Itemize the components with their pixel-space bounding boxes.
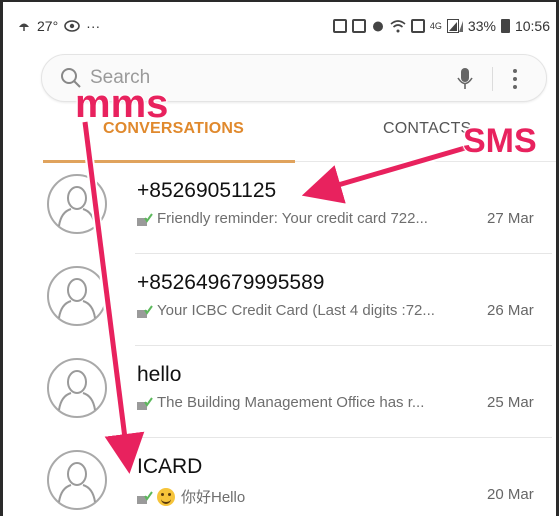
list-item[interactable]: hello The Building Management Office has… — [3, 346, 556, 438]
conversation-name: +852649679995589 — [137, 271, 325, 294]
conversation-name: +85269051125 — [137, 179, 277, 202]
clock: 10:56 — [514, 18, 550, 34]
conversation-preview: Your ICBC Credit Card (Last 4 digits :72… — [157, 302, 435, 319]
message-status-icon — [137, 396, 153, 410]
temperature-text: 27° — [37, 18, 59, 34]
tab-contacts[interactable]: CONTACTS — [383, 120, 471, 138]
message-status-icon — [137, 304, 153, 318]
status-right: 4G 33% 10:56 — [332, 18, 550, 34]
conversation-preview: The Building Management Office has r... — [157, 394, 425, 411]
avatar-icon[interactable] — [47, 174, 107, 234]
conversation-preview: Friendly reminder: Your credit card 722.… — [157, 210, 428, 227]
message-status-icon — [137, 212, 153, 226]
list-item[interactable]: +852649679995589 Your ICBC Credit Card (… — [3, 254, 556, 346]
message-status-icon — [137, 490, 153, 504]
battery-percent: 33% — [467, 18, 496, 34]
conversation-preview-line: The Building Management Office has r... — [137, 394, 424, 411]
avatar-icon[interactable] — [47, 266, 107, 326]
conversation-preview-line: 你好Hello — [137, 486, 245, 507]
conversation-name: ICARD — [137, 455, 203, 478]
weather-icon — [17, 20, 31, 32]
more-vert-icon[interactable] — [512, 68, 518, 95]
wifi-icon — [390, 19, 406, 33]
conversation-date: 26 Mar — [487, 302, 534, 319]
search-divider — [492, 67, 493, 91]
conversation-date: 20 Mar — [487, 486, 534, 503]
eye-icon — [64, 20, 80, 32]
conversation-preview-line: Your ICBC Credit Card (Last 4 digits :72… — [137, 302, 435, 319]
nfc-icon — [351, 19, 366, 33]
alarm-icon — [371, 19, 385, 33]
conversation-date: 27 Mar — [487, 210, 534, 227]
status-ellipsis: ··· — [86, 18, 101, 34]
conversation-list: +85269051125 Friendly reminder: Your cre… — [3, 162, 556, 516]
network-type: 4G — [429, 21, 442, 31]
notification-icon — [332, 19, 347, 33]
emoji-icon — [157, 487, 175, 506]
list-item[interactable]: +85269051125 Friendly reminder: Your cre… — [3, 162, 556, 254]
mic-icon[interactable] — [457, 67, 473, 96]
conversation-preview-line: Friendly reminder: Your credit card 722.… — [137, 210, 428, 227]
avatar-icon[interactable] — [47, 358, 107, 418]
status-bar: 27° ··· 4G 33% 10:56 — [17, 14, 550, 38]
status-left: 27° ··· — [17, 18, 100, 34]
conversation-preview: 你好Hello — [181, 489, 246, 506]
list-item[interactable]: ICARD 你好Hello 20 Mar — [3, 438, 556, 516]
conversation-name: hello — [137, 363, 182, 386]
phone-screen: 27° ··· 4G 33% 10:56 Search CONVERSATION… — [0, 0, 559, 516]
avatar-icon[interactable] — [47, 450, 107, 510]
battery-icon — [500, 19, 510, 33]
conversation-date: 25 Mar — [487, 394, 534, 411]
signal-icon — [446, 19, 463, 33]
mms-annotation: mms — [74, 81, 169, 127]
data-icon — [410, 19, 425, 33]
sms-annotation: SMS — [462, 121, 538, 161]
